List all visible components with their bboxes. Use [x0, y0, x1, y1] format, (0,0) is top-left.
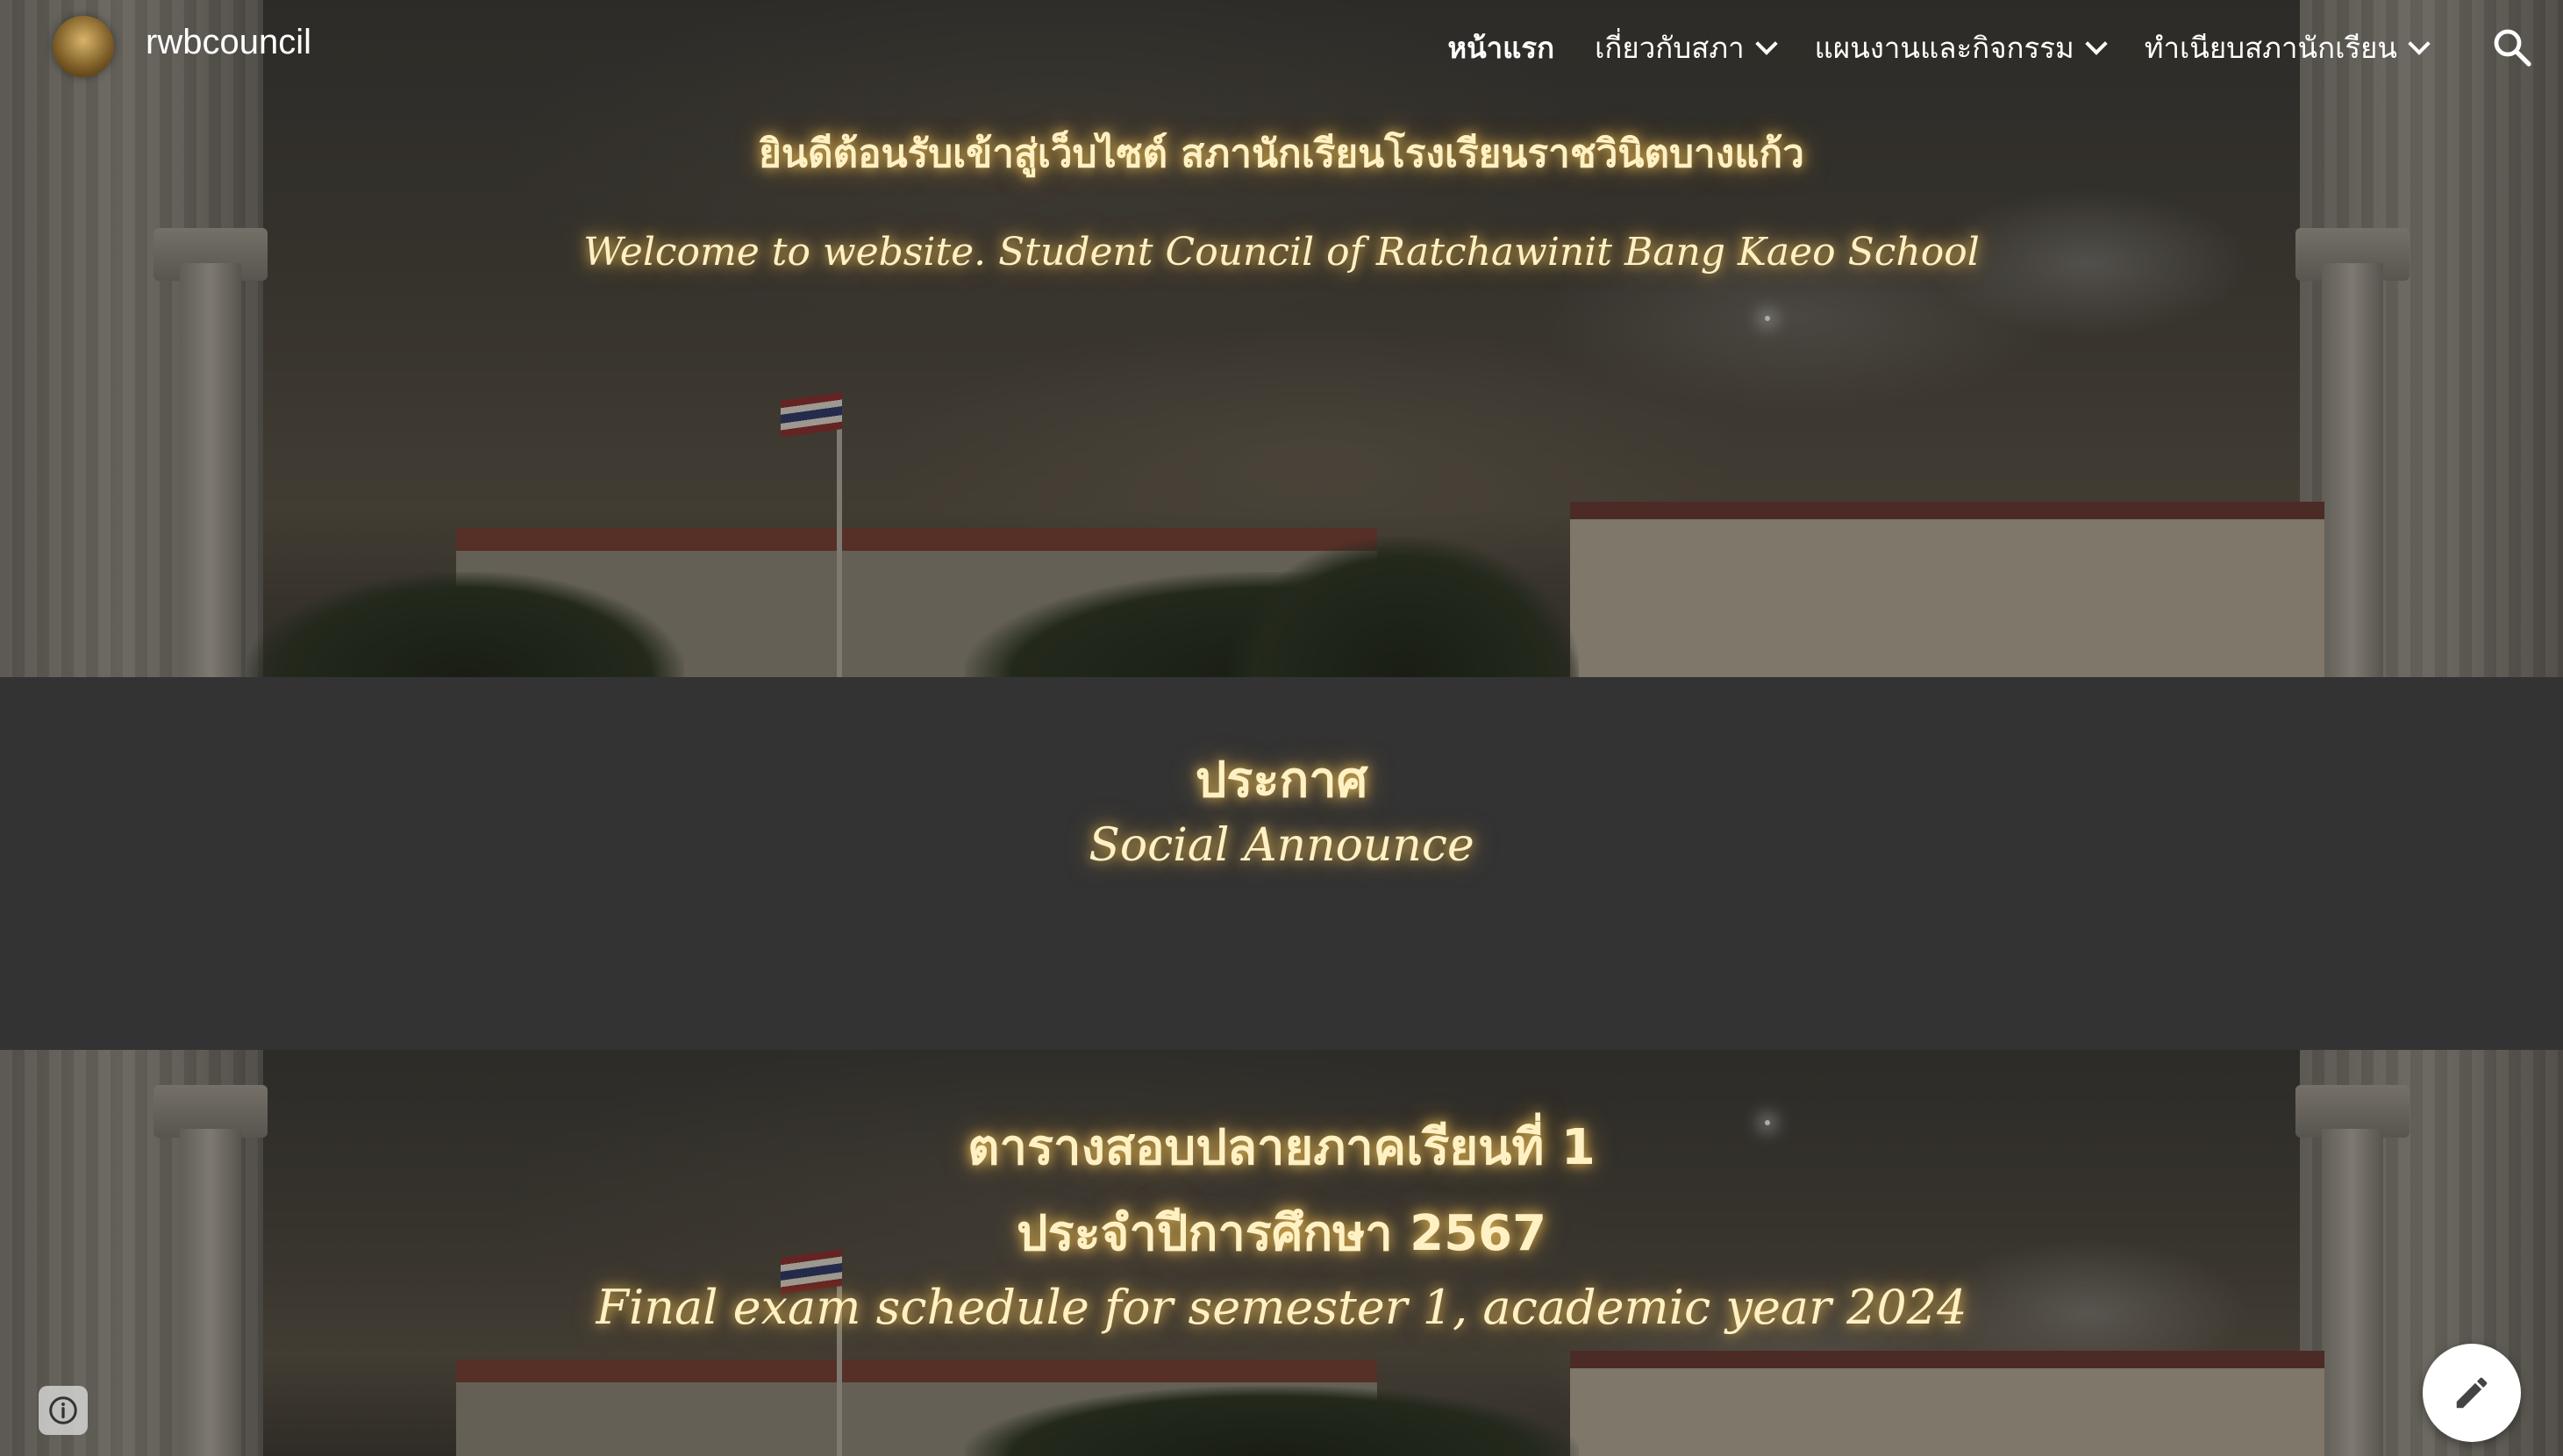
- hero-banner: ยินดีต้อนรับเข้าสู่เว็บไซต์ สภานักเรียนโ…: [0, 0, 2563, 677]
- overlay: [0, 0, 2563, 677]
- search-icon[interactable]: [2491, 26, 2533, 68]
- exam-title-line2: ประจำปีการศึกษา 2567: [1016, 1205, 1547, 1262]
- nav-item-home[interactable]: หน้าแรก: [1447, 25, 1554, 71]
- nav-item-label: ทำเนียบสภานักเรียน: [2144, 30, 2397, 65]
- announce-title-english: Social Announce: [1089, 819, 1474, 872]
- exam-title-english: Final exam schedule for semester 1, acad…: [596, 1280, 1967, 1335]
- chevron-down-icon[interactable]: [2084, 32, 2108, 55]
- hero-title-english: Welcome to website. Student Council of R…: [583, 230, 1980, 275]
- announce-title-thai: ประกาศ: [1195, 752, 1368, 809]
- site-title[interactable]: rwbcouncil: [146, 23, 311, 62]
- nav-item-label: แผนงานและกิจกรรม: [1814, 30, 2074, 65]
- info-icon[interactable]: [39, 1386, 88, 1435]
- pencil-edit-icon[interactable]: [2423, 1344, 2521, 1442]
- nav-item-label: เกี่ยวกับสภา: [1595, 30, 1745, 65]
- exam-schedule-banner: ตารางสอบปลายภาคเรียนที่ 1 ประจำปีการศึกษ…: [0, 1050, 2563, 1456]
- top-navigation-bar: rwbcouncil หน้าแรก เกี่ยวกับสภา แผนงานแล…: [0, 0, 2563, 96]
- nav-item-plans-activities[interactable]: แผนงานและกิจกรรม: [1814, 25, 2108, 71]
- school-emblem-icon[interactable]: [53, 16, 114, 77]
- nav-item-about-council[interactable]: เกี่ยวกับสภา: [1595, 25, 1778, 71]
- exam-title-line1: ตารางสอบปลายภาคเรียนที่ 1: [967, 1119, 1596, 1176]
- hero-title-thai: ยินดีต้อนรับเข้าสู่เว็บไซต์ สภานักเรียนโ…: [759, 132, 1804, 176]
- main-nav: หน้าแรก เกี่ยวกับสภา แผนงานและกิจกรรม ทำ…: [1447, 21, 2431, 74]
- chevron-down-icon[interactable]: [1754, 32, 1778, 55]
- chevron-down-icon[interactable]: [2408, 32, 2431, 55]
- nav-item-label: หน้าแรก: [1447, 30, 1555, 65]
- announcement-section: ประกาศ Social Announce: [0, 677, 2563, 1050]
- nav-item-council-directory[interactable]: ทำเนียบสภานักเรียน: [2144, 25, 2431, 71]
